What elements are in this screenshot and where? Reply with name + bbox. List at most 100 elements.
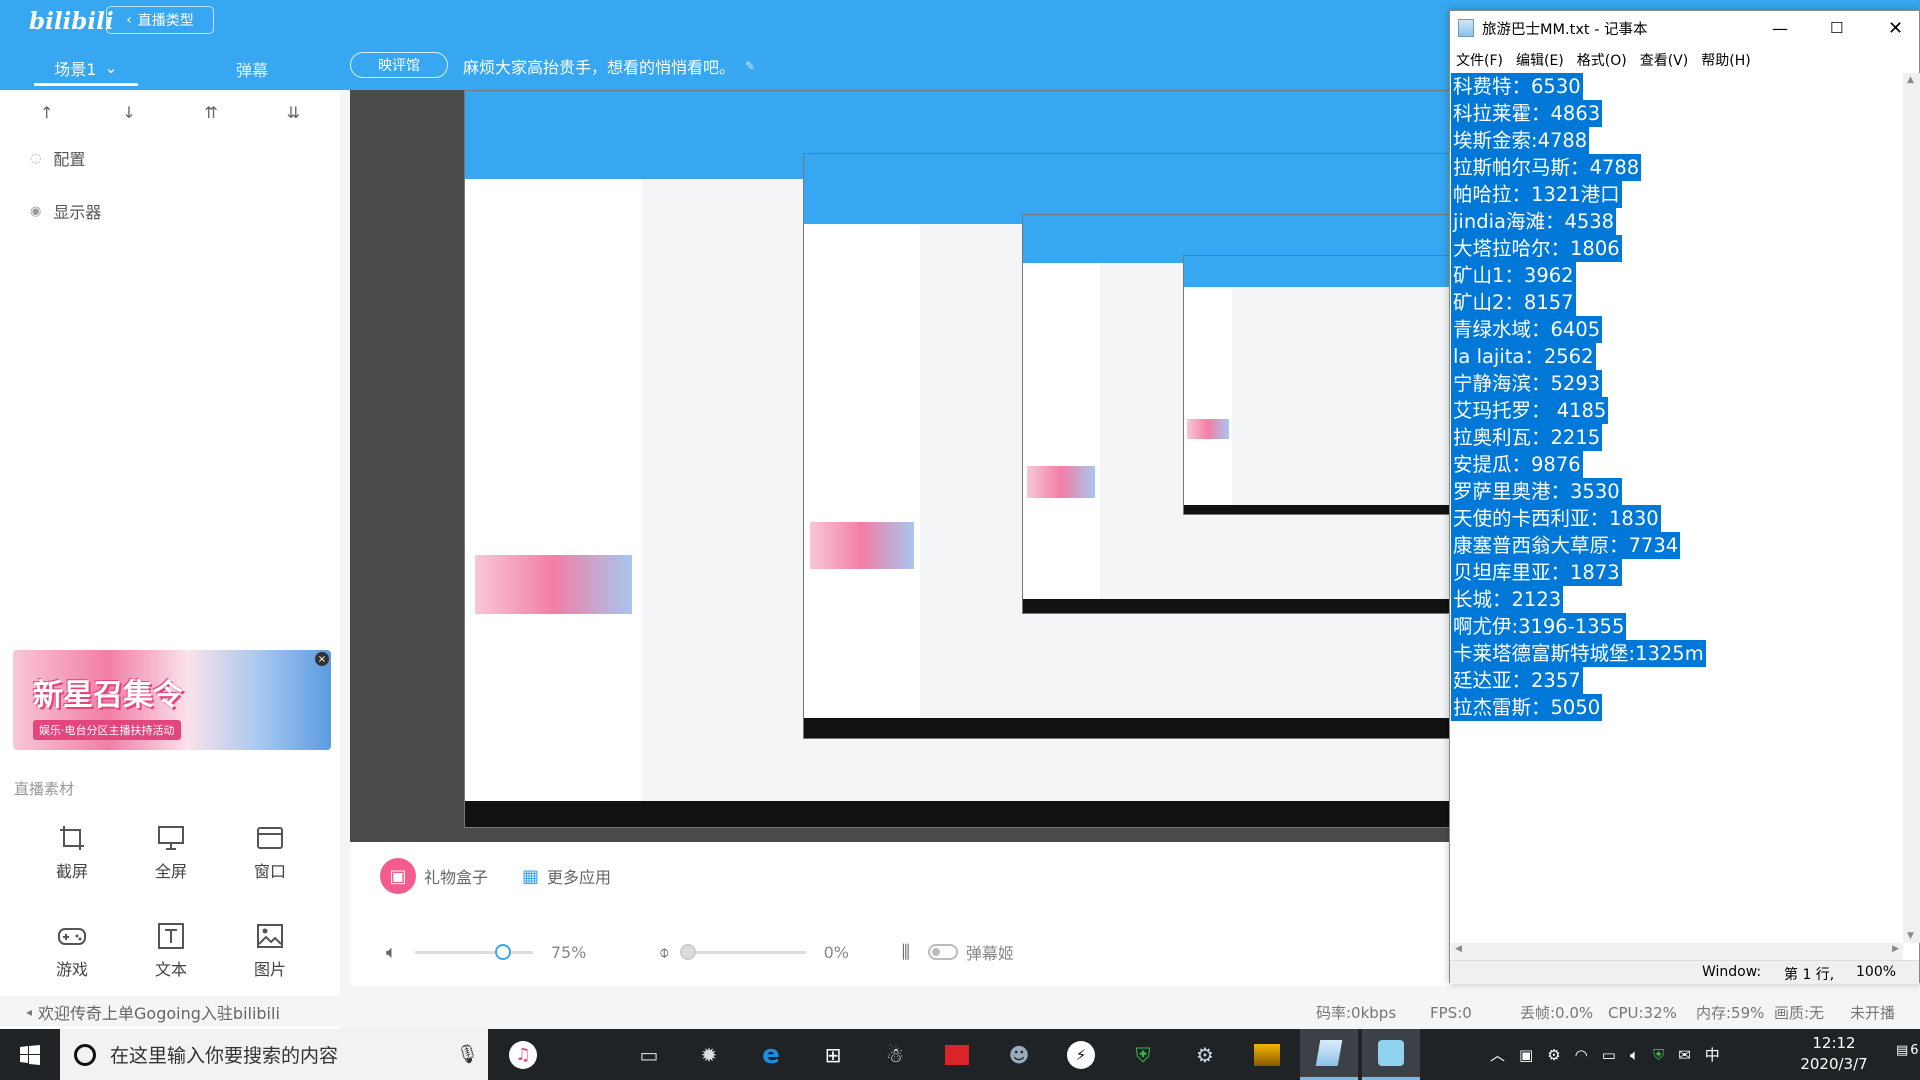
- ime-indicator[interactable]: 中: [1705, 1044, 1720, 1065]
- promo-banner[interactable]: 新星召集令 娱乐·电台分区主播扶持活动 ×: [13, 650, 331, 750]
- security-icon[interactable]: ⛨: [1653, 1046, 1664, 1064]
- notepad-line-row: 拉斯帕尔马斯：4788: [1451, 154, 1903, 181]
- close-icon[interactable]: ×: [315, 652, 329, 666]
- taskbar-notepad[interactable]: [1300, 1029, 1358, 1080]
- notepad-line-row: 埃斯金索:4788: [1451, 127, 1903, 154]
- review-button[interactable]: 映评馆: [350, 52, 448, 78]
- notepad-line-row: 拉奥利瓦：2215: [1451, 424, 1903, 451]
- taskbar-steam[interactable]: ⚙: [1176, 1029, 1234, 1080]
- asset-image[interactable]: 图片: [220, 920, 320, 980]
- mic-muted-icon[interactable]: ⌽: [659, 942, 670, 963]
- megaphone-icon: ◂: [26, 1005, 33, 1019]
- scroll-right-icon[interactable]: ▶: [1892, 944, 1899, 954]
- menu-help[interactable]: 帮助(H): [1701, 50, 1750, 70]
- eye-off-icon[interactable]: ◌: [30, 151, 41, 166]
- taskbar-itunes[interactable]: ♫: [494, 1029, 552, 1080]
- mic-knob[interactable]: [679, 943, 696, 960]
- mic-slider[interactable]: [679, 943, 806, 960]
- taskbar-game[interactable]: [1238, 1029, 1296, 1080]
- taskbar-store[interactable]: ⊞: [804, 1029, 862, 1080]
- gamepad-icon: [56, 920, 88, 952]
- wechat-icon[interactable]: ✉: [1678, 1046, 1691, 1064]
- menu-file[interactable]: 文件(F): [1456, 50, 1503, 70]
- taskbar-app-2[interactable]: ▭: [620, 1029, 678, 1080]
- notepad-line: 埃斯金索:4788: [1451, 127, 1590, 154]
- menu-format[interactable]: 格式(O): [1577, 50, 1627, 70]
- edit-icon[interactable]: ✎: [745, 59, 755, 73]
- battery-icon[interactable]: ▭: [1602, 1046, 1616, 1064]
- arrow-up-icon[interactable]: ↑: [40, 103, 53, 122]
- notepad-line-row: 宁静海滨：5293: [1451, 370, 1903, 397]
- move-bottom-icon[interactable]: ⇊: [287, 103, 300, 122]
- taskbar-app-8[interactable]: ☻: [990, 1029, 1048, 1080]
- notepad-line: 罗萨里奥港：3530: [1451, 478, 1622, 505]
- horizontal-scrollbar[interactable]: ◀ ▶: [1451, 943, 1903, 960]
- steam-tray-icon[interactable]: ⚙: [1547, 1046, 1560, 1064]
- volume-knob[interactable]: [495, 943, 512, 960]
- asset-text[interactable]: 文本: [121, 920, 221, 980]
- taskbar-qq[interactable]: ☃: [866, 1029, 924, 1080]
- gear-icon: ✹: [700, 1042, 718, 1067]
- menu-edit[interactable]: 编辑(E): [1516, 50, 1564, 70]
- notepad-icon: [1458, 19, 1474, 37]
- scroll-down-icon[interactable]: ▼: [1907, 931, 1914, 941]
- taskbar-app-7[interactable]: [928, 1029, 986, 1080]
- maximize-icon[interactable]: ☐: [1830, 19, 1843, 37]
- taskbar-forza[interactable]: ⚡︎: [1052, 1029, 1110, 1080]
- move-top-icon[interactable]: ⇈: [204, 103, 217, 122]
- volume-slider[interactable]: [414, 943, 533, 960]
- live-type-label: 直播类型: [137, 13, 194, 29]
- close-icon[interactable]: ✕: [1888, 18, 1903, 39]
- gift-box-button[interactable]: ▣ 礼物盒子: [380, 858, 488, 894]
- start-button[interactable]: [0, 1029, 60, 1080]
- arrow-down-icon[interactable]: ↓: [122, 103, 135, 122]
- asset-screenshot[interactable]: 截屏: [22, 822, 122, 882]
- taskbar-search[interactable]: 在这里输入你要搜索的内容 🎙︎: [60, 1029, 488, 1080]
- minimize-icon[interactable]: —: [1772, 19, 1788, 38]
- scroll-left-icon[interactable]: ◀: [1455, 944, 1462, 954]
- taskbar-edge[interactable]: e: [742, 1029, 800, 1080]
- eye-icon[interactable]: ◉: [30, 204, 41, 219]
- vertical-scrollbar[interactable]: ▲ ▼: [1903, 73, 1920, 943]
- danmaku-girl-toggle[interactable]: 弹幕姬: [927, 940, 1014, 964]
- tab-scene[interactable]: 场景1 ⌄: [34, 52, 138, 86]
- scroll-up-icon[interactable]: ▲: [1907, 75, 1914, 85]
- notepad-titlebar[interactable]: 旅游巴士MM.txt - 记事本 — ☐ ✕: [1450, 11, 1919, 45]
- banner-subtitle: 娱乐·电台分区主播扶持活动: [33, 720, 181, 740]
- stream-notice[interactable]: 麻烦大家高抬贵手，想看的悄悄看吧。 ✎: [463, 54, 755, 78]
- asset-window[interactable]: 窗口: [220, 822, 320, 882]
- notepad-text-area[interactable]: 科费特：6530 科拉莱霍：4863 埃斯金索:4788 拉斯帕尔马斯：4788 帕哈拉…: [1451, 73, 1903, 943]
- notepad-line: 拉杰雷斯：5050: [1451, 694, 1603, 721]
- menu-view[interactable]: 查看(V): [1640, 50, 1689, 70]
- notepad-line: 安提瓜：9876: [1451, 451, 1583, 478]
- stream-preview[interactable]: [350, 90, 1450, 842]
- notepad-line-row: la lajita：2562: [1451, 343, 1903, 370]
- scene-sidebar: [0, 90, 340, 1029]
- speaker-icon[interactable]: 🔈︎: [386, 942, 397, 963]
- taskbar-clock[interactable]: 12:12 2020/3/7: [1788, 1033, 1880, 1075]
- notification-center[interactable]: ▤ 6: [1896, 1043, 1919, 1058]
- equalizer-icon[interactable]: ⫼: [902, 942, 910, 963]
- recursive-capture-3: [1022, 214, 1449, 614]
- volume-icon[interactable]: 🔈︎: [1630, 1046, 1639, 1064]
- edge-icon: e: [762, 1039, 780, 1070]
- tray-app-icon[interactable]: ▣: [1519, 1046, 1533, 1064]
- live-type-button[interactable]: ‹ 直播类型: [106, 6, 214, 34]
- wifi-icon[interactable]: ◠: [1575, 1046, 1588, 1064]
- notepad-icon: [1315, 1040, 1343, 1066]
- taskbar-app-3[interactable]: ✹: [680, 1029, 738, 1080]
- notepad-window: 旅游巴士MM.txt - 记事本 — ☐ ✕ 文件(F) 编辑(E) 格式(O)…: [1449, 10, 1920, 984]
- more-apps-button[interactable]: ▦ 更多应用: [522, 864, 611, 888]
- tab-danmaku[interactable]: 弹幕: [236, 52, 268, 86]
- status-zoom: 100%: [1856, 964, 1897, 980]
- search-placeholder: 在这里输入你要搜索的内容: [110, 1045, 339, 1067]
- taskbar-app-10[interactable]: ⛨: [1114, 1029, 1172, 1080]
- asset-fullscreen[interactable]: 全屏: [121, 822, 221, 882]
- chevron-up-icon[interactable]: ︿: [1490, 1044, 1505, 1065]
- source-item-config[interactable]: ◌ 配置: [30, 146, 85, 170]
- asset-game[interactable]: 游戏: [22, 920, 122, 980]
- microphone-icon[interactable]: 🎙︎: [456, 1044, 479, 1065]
- taskbar-bilibili-live[interactable]: [1362, 1029, 1420, 1080]
- source-item-monitor[interactable]: ◉ 显示器: [30, 199, 101, 223]
- notepad-line-row: jindia海滩：4538: [1451, 208, 1903, 235]
